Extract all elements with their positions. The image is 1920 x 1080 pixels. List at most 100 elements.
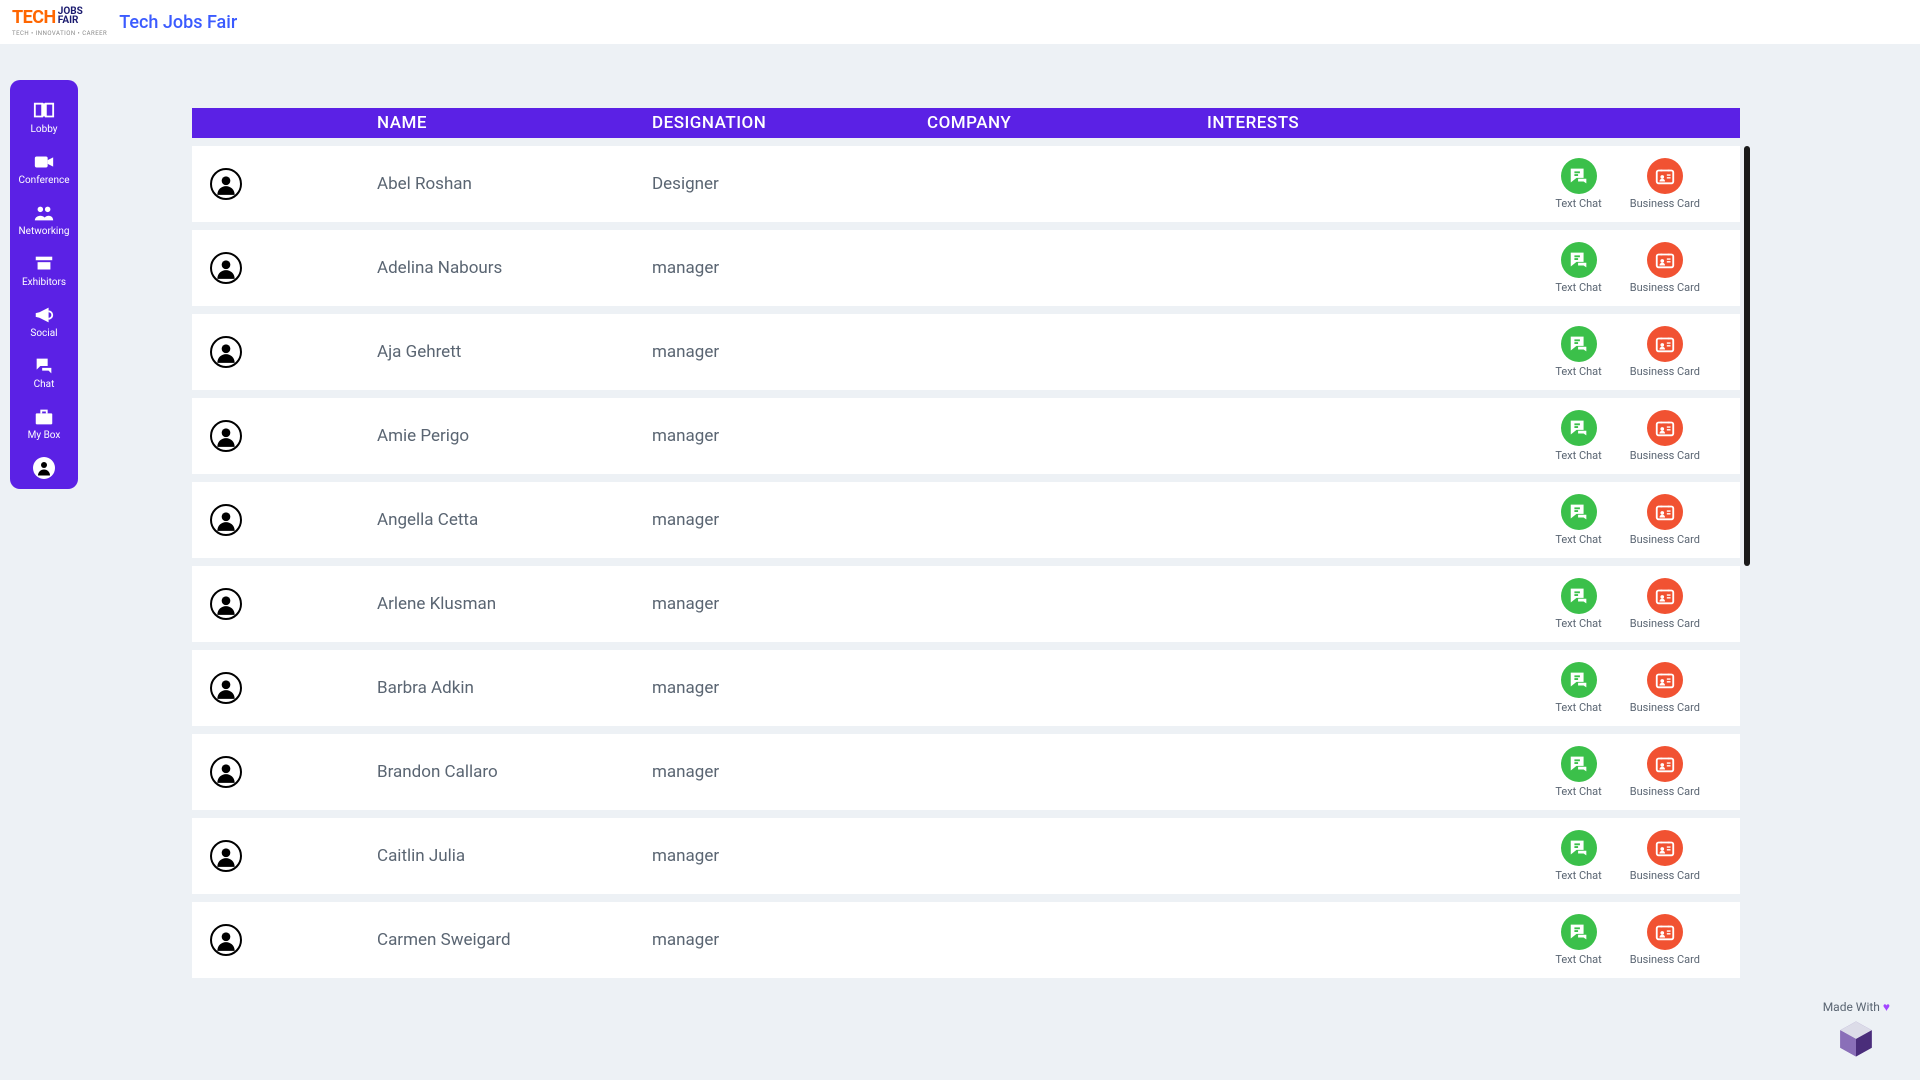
- table-row: Angella CettamanagerText ChatBusiness Ca…: [192, 482, 1740, 558]
- cell-designation: manager: [652, 510, 927, 530]
- text-chat-button[interactable]: Text Chat: [1555, 326, 1601, 378]
- sidebar-item-social[interactable]: Social: [10, 298, 78, 349]
- user-avatar-icon[interactable]: [210, 840, 242, 872]
- text-chat-button[interactable]: Text Chat: [1555, 662, 1601, 714]
- table-row: Adelina NaboursmanagerText ChatBusiness …: [192, 230, 1740, 306]
- id-card-icon: [1647, 158, 1683, 194]
- store-icon: [33, 255, 55, 273]
- cell-name: Caitlin Julia: [377, 846, 652, 866]
- cell-name: Abel Roshan: [377, 174, 652, 194]
- business-card-button[interactable]: Business Card: [1630, 578, 1700, 630]
- chat-bubble-icon: [1561, 746, 1597, 782]
- text-chat-button[interactable]: Text Chat: [1555, 578, 1601, 630]
- action-label: Text Chat: [1555, 617, 1601, 630]
- action-label: Business Card: [1630, 449, 1700, 462]
- action-label: Text Chat: [1555, 701, 1601, 714]
- chat-icon: [33, 357, 55, 375]
- made-with-badge[interactable]: Made With ♥: [1823, 1000, 1890, 1060]
- action-label: Business Card: [1630, 197, 1700, 210]
- book-open-icon: [33, 102, 55, 120]
- cell-name: Aja Gehrett: [377, 342, 652, 362]
- action-label: Business Card: [1630, 281, 1700, 294]
- id-card-icon: [1647, 242, 1683, 278]
- cell-designation: manager: [652, 846, 927, 866]
- id-card-icon: [1647, 326, 1683, 362]
- megaphone-icon: [33, 306, 55, 324]
- chat-bubble-icon: [1561, 578, 1597, 614]
- user-avatar-icon[interactable]: [210, 924, 242, 956]
- action-label: Business Card: [1630, 869, 1700, 882]
- action-label: Business Card: [1630, 953, 1700, 966]
- user-avatar-icon[interactable]: [210, 672, 242, 704]
- text-chat-button[interactable]: Text Chat: [1555, 830, 1601, 882]
- chat-bubble-icon: [1561, 494, 1597, 530]
- user-avatar-icon[interactable]: [210, 420, 242, 452]
- text-chat-button[interactable]: Text Chat: [1555, 158, 1601, 210]
- table-row: Caitlin Juliamanager Text Chat Business Ca…: [192, 818, 1740, 894]
- chat-bubble-icon: [1561, 914, 1597, 950]
- cell-designation: manager: [652, 762, 927, 782]
- business-card-button[interactable]: Business Card: [1630, 410, 1700, 462]
- action-label: Text Chat: [1555, 533, 1601, 546]
- cell-designation: manager: [652, 930, 927, 950]
- table-body: Abel RoshanDesigner Text Chat Business Car…: [192, 146, 1740, 978]
- main-content: NAME DESIGNATION COMPANY INTERESTS Abel …: [192, 108, 1740, 980]
- users-icon: [33, 204, 55, 222]
- action-label: Business Card: [1630, 365, 1700, 378]
- business-card-button[interactable]: Business Card: [1630, 914, 1700, 966]
- business-card-button[interactable]: Business Card: [1630, 494, 1700, 546]
- text-chat-button[interactable]: Text Chat: [1555, 242, 1601, 294]
- chat-bubble-icon: [1561, 242, 1597, 278]
- sidebar-item-exhibitors[interactable]: Exhibitors: [10, 247, 78, 298]
- table-row: Arlene KlusmanmanagerText ChatBusiness C…: [192, 566, 1740, 642]
- business-card-button[interactable]: Business Card: [1630, 746, 1700, 798]
- sidebar-item-mybox[interactable]: My Box: [10, 400, 78, 451]
- cell-designation: Designer: [652, 174, 927, 194]
- user-avatar-icon[interactable]: [210, 504, 242, 536]
- sidebar-item-label: My Box: [28, 430, 61, 441]
- cell-name: Carmen Sweigard: [377, 930, 652, 950]
- id-card-icon: [1647, 914, 1683, 950]
- text-chat-button[interactable]: Text Chat: [1555, 746, 1601, 798]
- header-bar: TECH JOBSFAIR TECH • INNOVATION • CAREER…: [0, 0, 1920, 44]
- action-label: Business Card: [1630, 785, 1700, 798]
- id-card-icon: [1647, 494, 1683, 530]
- chat-bubble-icon: [1561, 410, 1597, 446]
- user-avatar-icon[interactable]: [210, 252, 242, 284]
- business-card-button[interactable]: Business Card: [1630, 242, 1700, 294]
- col-header-interests: INTERESTS: [1207, 113, 1540, 133]
- action-label: Business Card: [1630, 533, 1700, 546]
- sidebar-item-conference[interactable]: Conference: [10, 145, 78, 196]
- scrollbar-thumb[interactable]: [1744, 146, 1750, 566]
- sidebar-item-lobby[interactable]: Lobby: [10, 94, 78, 145]
- business-card-button[interactable]: Business Card: [1630, 326, 1700, 378]
- table-row: Aja GehrettmanagerText ChatBusiness Card: [192, 314, 1740, 390]
- sidebar-user-avatar[interactable]: [33, 457, 55, 479]
- user-avatar-icon[interactable]: [210, 756, 242, 788]
- id-card-icon: [1647, 662, 1683, 698]
- text-chat-button[interactable]: Text Chat: [1555, 914, 1601, 966]
- cell-name: Amie Perigo: [377, 426, 652, 446]
- cell-designation: manager: [652, 594, 927, 614]
- vendor-logo-icon: [1835, 1018, 1877, 1060]
- page-title: Tech Jobs Fair: [119, 12, 237, 33]
- video-icon: [33, 153, 55, 171]
- business-card-button[interactable]: Business Card: [1630, 158, 1700, 210]
- user-avatar-icon[interactable]: [210, 588, 242, 620]
- sidebar-item-networking[interactable]: Networking: [10, 196, 78, 247]
- business-card-button[interactable]: Business Card: [1630, 830, 1700, 882]
- business-card-button[interactable]: Business Card: [1630, 662, 1700, 714]
- cell-designation: manager: [652, 258, 927, 278]
- id-card-icon: [1647, 578, 1683, 614]
- chat-bubble-icon: [1561, 158, 1597, 194]
- chat-bubble-icon: [1561, 830, 1597, 866]
- text-chat-button[interactable]: Text Chat: [1555, 410, 1601, 462]
- cell-designation: manager: [652, 426, 927, 446]
- text-chat-button[interactable]: Text Chat: [1555, 494, 1601, 546]
- briefcase-icon: [33, 408, 55, 426]
- user-avatar-icon[interactable]: [210, 168, 242, 200]
- brand-logo: TECH JOBSFAIR TECH • INNOVATION • CAREER: [12, 10, 107, 34]
- sidebar-item-chat[interactable]: Chat: [10, 349, 78, 400]
- user-avatar-icon[interactable]: [210, 336, 242, 368]
- action-label: Text Chat: [1555, 365, 1601, 378]
